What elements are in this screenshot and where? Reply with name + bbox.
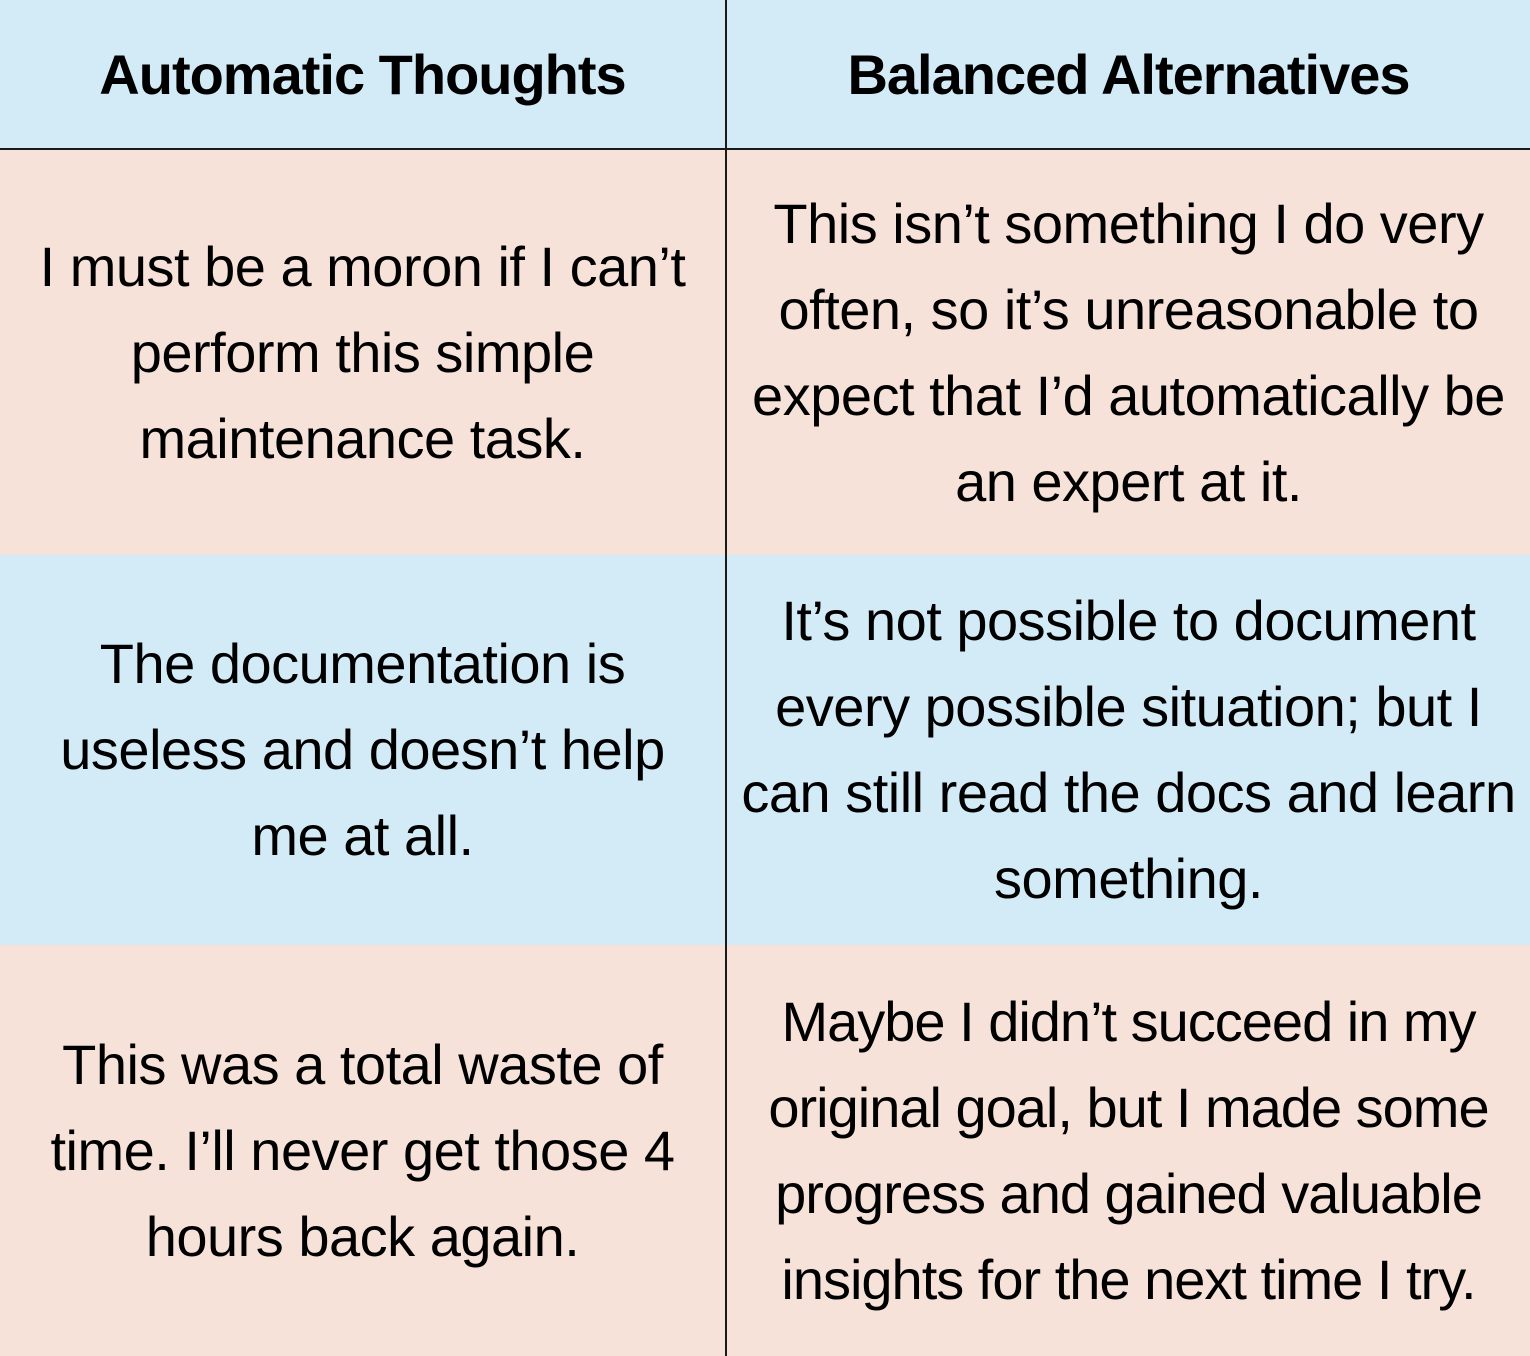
header-balanced-alternatives: Balanced Alternatives [727, 0, 1530, 148]
table-row: I must be a moron if I can’t perform thi… [0, 150, 1530, 555]
table-header-row: Automatic Thoughts Balanced Alternatives [0, 0, 1530, 150]
automatic-thought-cell: I must be a moron if I can’t perform thi… [0, 150, 727, 555]
table-row: This was a total waste of time. I’ll nev… [0, 945, 1530, 1356]
balanced-alternative-text: It’s not possible to document every poss… [741, 589, 1516, 910]
automatic-thought-text: The documentation is useless and doesn’t… [60, 632, 665, 867]
automatic-thought-text: I must be a moron if I can’t perform thi… [39, 234, 686, 470]
balanced-alternative-text: Maybe I didn’t succeed in my original go… [768, 989, 1489, 1311]
automatic-thought-cell: The documentation is useless and doesn’t… [0, 555, 727, 945]
thoughts-table: Automatic Thoughts Balanced Alternatives… [0, 0, 1530, 1356]
header-automatic-thoughts: Automatic Thoughts [0, 0, 727, 148]
header-balanced-alternatives-label: Balanced Alternatives [847, 42, 1410, 106]
table-row: The documentation is useless and doesn’t… [0, 555, 1530, 945]
balanced-alternative-cell: It’s not possible to document every poss… [727, 555, 1530, 945]
balanced-alternative-cell: This isn’t something I do very often, so… [727, 150, 1530, 555]
automatic-thought-text: This was a total waste of time. I’ll nev… [50, 1032, 675, 1268]
header-automatic-thoughts-label: Automatic Thoughts [99, 42, 626, 106]
balanced-alternative-text: This isn’t something I do very often, so… [752, 191, 1505, 513]
balanced-alternative-cell: Maybe I didn’t succeed in my original go… [727, 945, 1530, 1356]
automatic-thought-cell: This was a total waste of time. I’ll nev… [0, 945, 727, 1356]
